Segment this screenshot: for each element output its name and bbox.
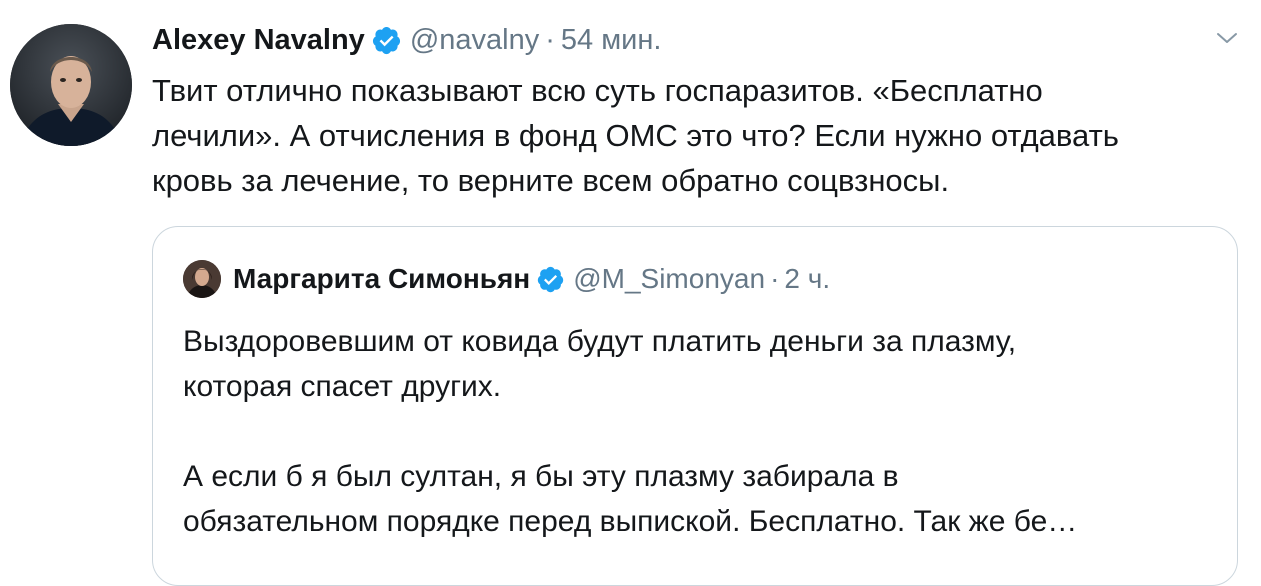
quoted-text-line: обязательном порядке перед выпиской. Бес… [183,505,1078,538]
quoted-handle[interactable]: @M_Simonyan [573,259,765,299]
tweet-header: Alexey Navalny @navalny · 54 мин. [152,20,661,60]
separator-dot: · [770,263,780,294]
tweet[interactable]: Alexey Navalny @navalny · 54 мин. Твит о… [0,0,1261,586]
chevron-down-icon[interactable] [1215,30,1239,46]
avatar[interactable] [10,24,132,146]
verified-badge-icon [536,265,565,294]
quoted-tweet-header: Маргарита Симоньян @M_Simonyan · 2 ч. [183,259,830,299]
quoted-timestamp[interactable]: 2 ч. [784,259,830,299]
tweet-text-line: лечили». А отчисления в фонд ОМС это что… [152,118,1119,153]
user-photo-icon [10,24,132,146]
quoted-tweet[interactable]: Маргарита Симоньян @M_Simonyan · 2 ч. Вы… [152,226,1238,586]
quoted-avatar [183,260,221,298]
timestamp[interactable]: 54 мин. [561,20,662,60]
display-name[interactable]: Alexey Navalny [152,20,365,60]
tweet-text: Твит отлично показывают всю суть госпара… [152,68,1242,203]
separator-dot: · [545,24,555,56]
handle[interactable]: @navalny [410,20,539,60]
tweet-text-line: кровь за лечение, то верните всем обратн… [152,163,950,198]
quoted-text-line: А если б я был султан, я бы эту плазму з… [183,460,899,493]
quoted-tweet-text: Выздоровевшим от ковида будут платить де… [183,319,1213,544]
quoted-text-line: которая спасет других. [183,370,502,403]
quoted-display-name[interactable]: Маргарита Симоньян [233,259,530,299]
quoted-text-line: Выздоровевшим от ковида будут платить де… [183,325,1017,358]
quoted-user-photo-icon [183,260,221,298]
tweet-text-line: Твит отлично показывают всю суть госпара… [152,73,1043,108]
verified-badge-icon [371,25,402,56]
